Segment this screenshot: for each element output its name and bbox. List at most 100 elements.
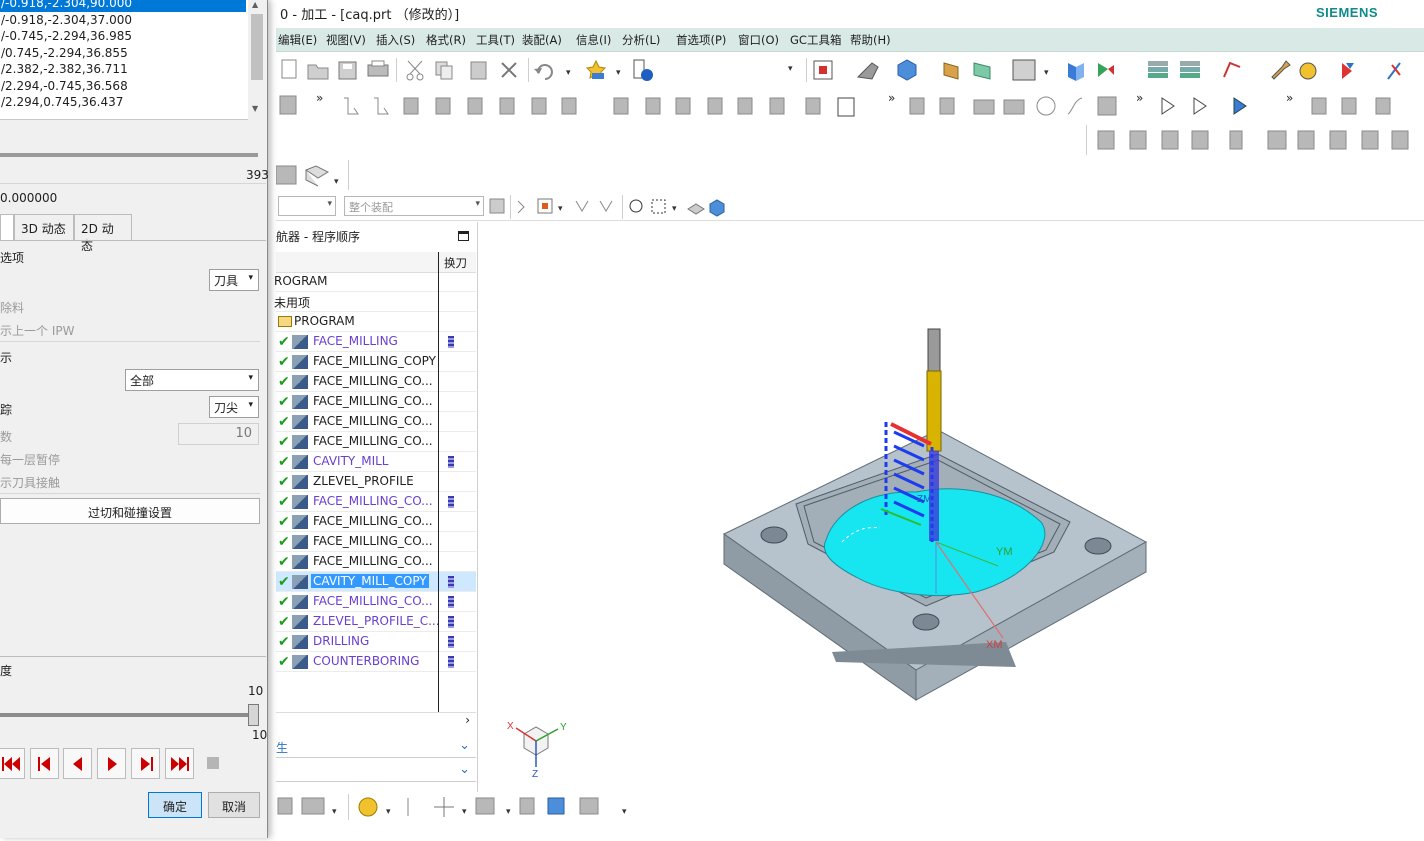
step-backward-button[interactable] xyxy=(63,748,92,779)
navigator-row[interactable]: PROGRAM xyxy=(276,312,476,332)
background-color-icon[interactable] xyxy=(1012,59,1036,81)
measure-icon[interactable] xyxy=(1129,130,1147,150)
create-geometry-icon[interactable] xyxy=(403,97,419,115)
navigator-row[interactable]: ✔ FACE_MILLING_CO... xyxy=(276,592,476,612)
trace-select[interactable]: 刀尖 ▾ xyxy=(209,396,259,418)
undo-icon[interactable] xyxy=(534,64,553,80)
stack-icon-2[interactable] xyxy=(1180,61,1200,78)
toolpath-points-list[interactable]: /-0.918,-2.304,90.000/-0.918,-2.304,37.0… xyxy=(0,0,266,120)
gouge-collision-settings-button[interactable]: 过切和碰撞设置 xyxy=(0,498,260,524)
copy-icon[interactable] xyxy=(435,61,453,80)
shop-doc-icon[interactable] xyxy=(805,97,821,115)
navigator-row[interactable]: ✔ FACE_MILLING xyxy=(276,332,476,352)
expand-chevron-icon[interactable]: ⌄ xyxy=(459,738,470,753)
horizontal-scrollbar[interactable]: › xyxy=(276,712,476,728)
go-to-start-button[interactable] xyxy=(0,748,25,779)
new-file-icon[interactable] xyxy=(281,59,297,79)
grid-icon[interactable] xyxy=(301,797,325,815)
navigator-row[interactable]: ✔ FACE_MILLING_CO... xyxy=(276,512,476,532)
dependencies-panel-header[interactable]: ⌄ xyxy=(276,760,476,782)
wrench-icon[interactable] xyxy=(1271,60,1291,80)
delete-icon[interactable] xyxy=(501,62,517,78)
feed-speed-icon[interactable] xyxy=(939,97,955,115)
select-body-icon[interactable] xyxy=(599,200,613,212)
menu-item[interactable]: GC工具箱 xyxy=(790,32,841,48)
list-toolpath-icon[interactable] xyxy=(675,97,691,115)
boundary-icon[interactable] xyxy=(1097,96,1117,116)
info-icon[interactable] xyxy=(633,59,653,81)
column-divider[interactable] xyxy=(438,252,439,712)
shaded-cube-icon[interactable] xyxy=(897,59,917,81)
navigator-row[interactable]: ✔ FACE_MILLING_CO... xyxy=(276,372,476,392)
analysis-color-icon[interactable] xyxy=(358,797,378,817)
scroll-up-icon[interactable]: ▲ xyxy=(252,0,258,9)
move-object-icon[interactable] xyxy=(475,797,495,815)
create-operation-icon[interactable] xyxy=(344,97,359,115)
report-icon[interactable] xyxy=(1267,130,1287,150)
navigator-row[interactable]: ✔ COUNTERBORING xyxy=(276,652,476,672)
path-display-select[interactable]: 全部 ▾ xyxy=(125,369,259,391)
snap-point-icon[interactable] xyxy=(1098,63,1114,77)
select-arrow-icon[interactable] xyxy=(517,200,525,214)
part-model-view[interactable]: YM XM ZM X Y Z xyxy=(486,222,1424,792)
section-view-icon[interactable] xyxy=(547,797,565,815)
replay-toolpath-icon[interactable] xyxy=(645,97,661,115)
play-button[interactable] xyxy=(97,748,126,779)
render-style-icon[interactable] xyxy=(856,62,879,80)
navigator-row[interactable]: ✔ ZLEVEL_PROFILE_C... xyxy=(276,612,476,632)
snap-toggle-icon[interactable] xyxy=(277,797,293,815)
filter-settings-icon[interactable] xyxy=(489,198,505,214)
maximize-icon[interactable] xyxy=(458,231,469,241)
transform-icon[interactable] xyxy=(1342,63,1354,79)
geometry-view-icon[interactable] xyxy=(531,97,547,115)
feature-icon[interactable] xyxy=(1375,97,1391,115)
output-cls-icon[interactable] xyxy=(837,97,855,117)
menu-item[interactable]: 帮助(H) xyxy=(850,32,891,48)
flag-icon[interactable] xyxy=(1229,130,1243,150)
position-slider[interactable] xyxy=(0,153,258,157)
create-method-icon[interactable] xyxy=(435,97,451,115)
scroll-right-icon[interactable]: › xyxy=(465,713,470,727)
list-scrollbar[interactable]: ▲ ▼ xyxy=(248,0,266,120)
ok-button[interactable]: 确定 xyxy=(148,792,202,818)
fit-view-icon[interactable] xyxy=(813,60,833,80)
add-icon[interactable] xyxy=(434,797,454,817)
tab-replay[interactable] xyxy=(0,214,14,240)
menu-item[interactable]: 插入(S) xyxy=(376,32,415,48)
check-geometry-icon[interactable] xyxy=(1097,130,1115,150)
table-icon[interactable] xyxy=(1329,130,1347,150)
navigator-row[interactable]: ✔ FACE_MILLING_CO... xyxy=(276,392,476,412)
stack-icon-1[interactable] xyxy=(1148,61,1168,78)
display-mode-select[interactable]: 刀具 ▾ xyxy=(209,269,259,291)
menu-item[interactable]: 信息(I) xyxy=(576,32,611,48)
postprocess-icon[interactable] xyxy=(769,97,785,115)
speed-slider-track[interactable] xyxy=(0,713,250,717)
list-icon[interactable] xyxy=(1191,130,1209,150)
view-triad[interactable]: X Y Z xyxy=(507,721,567,780)
edit-object-icon[interactable] xyxy=(909,97,925,115)
toolpath-point[interactable]: /2.382,-2.382,36.711 xyxy=(0,62,246,78)
csys-icon[interactable] xyxy=(1223,61,1241,78)
menu-item[interactable]: 工具(T) xyxy=(476,32,515,48)
select-point-icon[interactable] xyxy=(629,199,643,213)
navigator-row[interactable]: ✔ ZLEVEL_PROFILE xyxy=(276,472,476,492)
tools-icon[interactable] xyxy=(1299,62,1317,80)
navigator-row[interactable]: ✔ CAVITY_MILL xyxy=(276,452,476,472)
toolpath-point[interactable]: /-0.918,-2.304,37.000 xyxy=(0,13,246,29)
cut-area-icon[interactable] xyxy=(973,99,995,115)
menu-item[interactable]: 首选项(P) xyxy=(676,32,726,48)
navigator-row[interactable]: ✔ FACE_MILLING_CO... xyxy=(276,412,476,432)
orient-view-icon[interactable] xyxy=(275,165,297,185)
curve-icon[interactable] xyxy=(1067,97,1083,115)
navigator-row[interactable]: 未用项 xyxy=(274,292,476,312)
star-command-icon[interactable] xyxy=(585,59,607,79)
cube-icon[interactable] xyxy=(709,199,725,217)
navigator-row[interactable]: ✔ FACE_MILLING_CO... xyxy=(276,532,476,552)
stop-button[interactable] xyxy=(199,748,228,779)
scope-dropdown[interactable]: 整个装配 ▾ xyxy=(344,196,484,216)
menu-item[interactable]: 视图(V) xyxy=(326,32,366,48)
properties-panel-header[interactable]: 生 ⌄ xyxy=(276,736,476,758)
navigator-row[interactable]: ROGRAM xyxy=(274,272,476,292)
toolpath-point[interactable]: /-0.918,-2.304,90.000 xyxy=(0,0,246,12)
next-operation-button[interactable] xyxy=(131,748,160,779)
